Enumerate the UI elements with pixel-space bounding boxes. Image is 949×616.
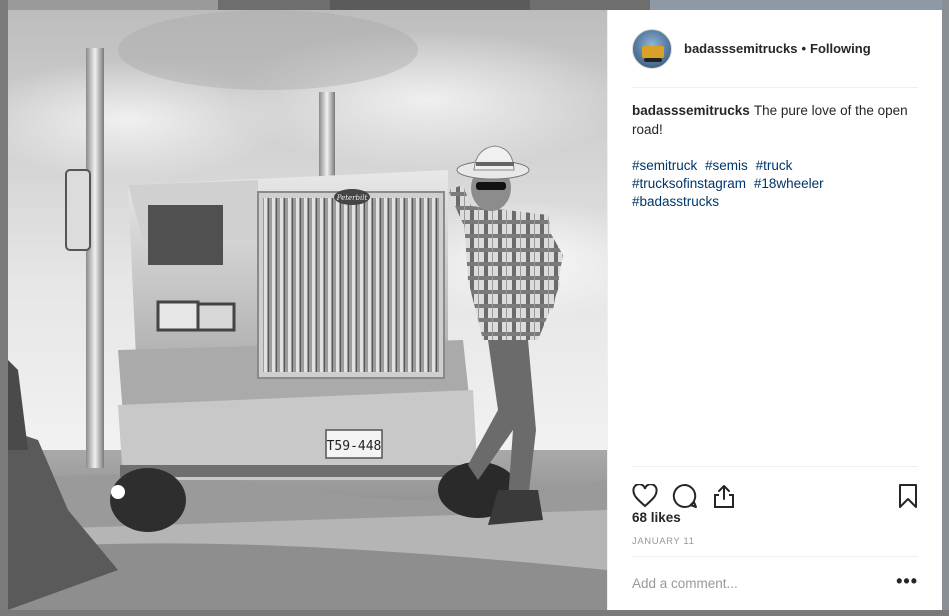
comment-button[interactable]: [672, 481, 708, 511]
heart-icon: [632, 483, 658, 507]
hashtag-link[interactable]: #badasstrucks: [632, 194, 719, 209]
post-header: badasssemitrucks • Following: [632, 10, 918, 88]
comment-input[interactable]: [632, 576, 897, 591]
header-username[interactable]: badasssemitrucks: [684, 41, 797, 56]
post-side-panel: badasssemitrucks • Following badasssemitru…: [607, 10, 942, 610]
comment-box: •••: [632, 556, 918, 610]
comment-bubble-icon: [672, 483, 697, 508]
hashtag-link[interactable]: #semitruck: [632, 158, 697, 173]
hashtag-link[interactable]: #18wheeler: [754, 176, 824, 191]
save-button[interactable]: [882, 481, 918, 511]
share-icon: [714, 484, 734, 508]
avatar-truck-icon: [642, 45, 664, 62]
background-feed-bottom: [0, 610, 949, 616]
header-text: badasssemitrucks • Following: [684, 41, 871, 56]
post-photo: Peterbilt T59-448: [8, 10, 607, 610]
background-feed-left: [0, 0, 8, 616]
caption-username[interactable]: badasssemitrucks: [632, 103, 750, 118]
post-date: JANUARY 11: [632, 536, 695, 547]
likes-count[interactable]: 68 likes: [632, 510, 681, 525]
hashtag-list: #semitruck #semis #truck #trucksofinstag…: [632, 157, 918, 211]
bookmark-icon: [899, 483, 917, 508]
share-button[interactable]: [712, 481, 748, 511]
hashtag-link[interactable]: #trucksofinstagram: [632, 176, 746, 191]
separator-dot: •: [801, 41, 807, 56]
like-button[interactable]: [632, 481, 668, 511]
truck-badge-text: Peterbilt: [336, 194, 368, 202]
background-feed-top: [8, 0, 218, 10]
post-modal: Peterbilt T59-448 badasssemitrucks • Fol…: [8, 10, 942, 610]
hashtag-link[interactable]: #truck: [756, 158, 793, 173]
caption: badasssemitrucks The pure love of the ope…: [632, 101, 918, 139]
hashtag-link[interactable]: #semis: [705, 158, 748, 173]
more-options-icon[interactable]: •••: [896, 572, 918, 592]
background-feed-top: [650, 0, 942, 10]
avatar[interactable]: [632, 28, 672, 69]
background-feed-top: [330, 0, 530, 10]
truck-photo-illustration: Peterbilt T59-448: [8, 10, 607, 610]
background-feed-right: [942, 0, 949, 616]
action-bar: [632, 466, 918, 514]
following-button[interactable]: Following: [810, 41, 871, 56]
license-plate-text: T59-448: [327, 439, 382, 454]
